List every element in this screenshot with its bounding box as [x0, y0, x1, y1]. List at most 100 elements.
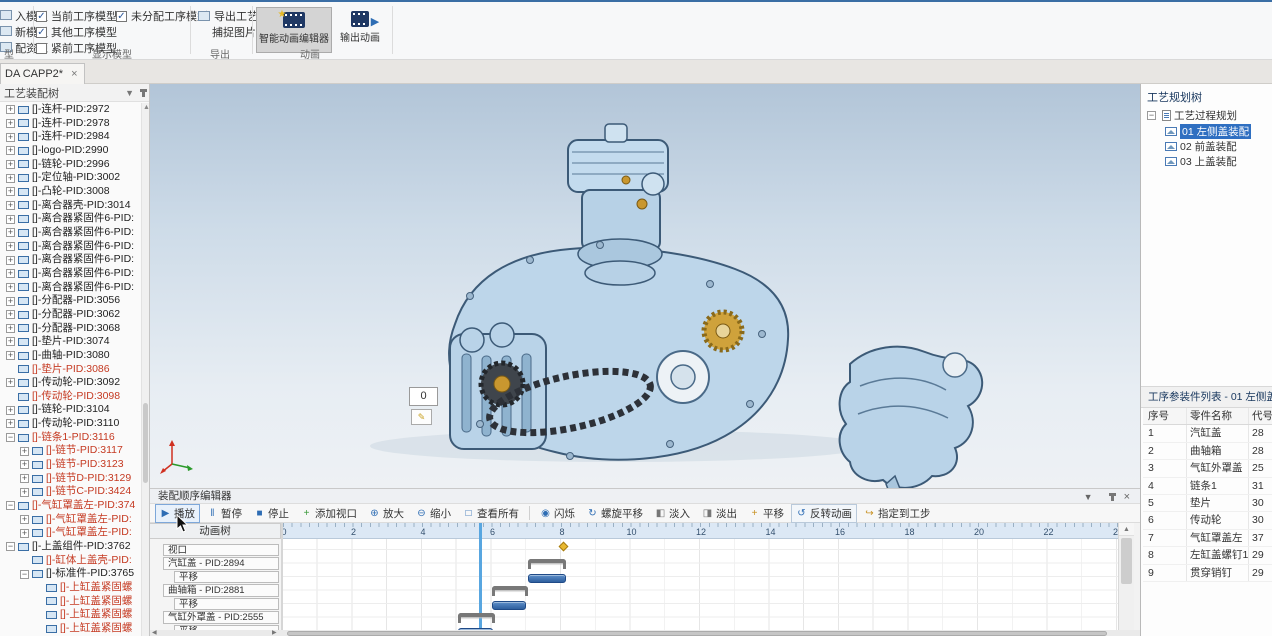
expand-icon[interactable]: +: [6, 256, 15, 265]
expand-icon[interactable]: +: [20, 474, 29, 483]
checkbox-icon[interactable]: ✓: [116, 11, 127, 22]
table-row[interactable]: 8左缸盖螺钉129: [1143, 547, 1272, 564]
column-header[interactable]: 零件名称: [1187, 408, 1249, 424]
expand-icon[interactable]: +: [6, 351, 15, 360]
tree-item[interactable]: []-缸体上盖壳-PID:: [0, 554, 142, 568]
checkbox-current-process-model[interactable]: ✓当前工序模型: [36, 8, 117, 24]
checkbox-unassigned-process-model[interactable]: ✓未分配工序模型: [116, 8, 208, 24]
track-part-row[interactable]: ◢曲轴箱 - PID:2881: [163, 584, 279, 596]
collapse-icon[interactable]: −: [1147, 111, 1156, 120]
toolbar-button-7[interactable]: ◉闪烁: [535, 504, 580, 523]
toolbar-button-12[interactable]: ↺反转动画: [791, 504, 857, 523]
expand-icon[interactable]: +: [6, 310, 15, 319]
tab-close-icon[interactable]: ×: [71, 68, 77, 80]
toolbar-button-8[interactable]: ↻螺旋平移: [582, 504, 648, 523]
tree-item[interactable]: +[]-离合器壳-PID:3014: [0, 199, 142, 213]
tree-item[interactable]: +[]-垫片-PID:3074: [0, 335, 142, 349]
table-row[interactable]: 3气缸外罩盖25: [1143, 460, 1272, 477]
expand-icon[interactable]: +: [20, 515, 29, 524]
gantt-duration-bracket[interactable]: [458, 613, 494, 623]
pin-icon[interactable]: [142, 89, 145, 97]
document-tab[interactable]: DA CAPP2* ×: [0, 63, 85, 84]
export-process-button[interactable]: 导出工艺: [198, 8, 258, 24]
tree-item[interactable]: []-上缸盖紧固螺: [0, 622, 142, 636]
collapse-icon[interactable]: −: [6, 433, 15, 442]
expand-icon[interactable]: +: [6, 419, 15, 428]
editor-title-bar[interactable]: 装配顺序编辑器 ▼ ×: [150, 489, 1140, 504]
scroll-up-icon[interactable]: ▲: [1119, 523, 1134, 536]
planning-root-node[interactable]: − 工艺过程规划: [1147, 108, 1237, 123]
toolbar-button-9[interactable]: ◧淡入: [650, 504, 695, 523]
track-action-row[interactable]: 平移: [174, 571, 279, 583]
expand-icon[interactable]: +: [20, 460, 29, 469]
timeline-horizontal-scrollbar[interactable]: ◀ ▶: [150, 630, 1140, 636]
track-part-row[interactable]: 视口: [163, 544, 279, 556]
output-animation-button[interactable]: ▶ 输出动画: [334, 7, 386, 53]
toolbar-button-5[interactable]: ⊖缩小: [411, 504, 456, 523]
scroll-right-icon[interactable]: ▶: [272, 630, 277, 636]
edit-annotation-button[interactable]: ✎: [411, 409, 432, 425]
timeline-chart[interactable]: 024681012141618202224: [283, 523, 1118, 630]
track-part-row[interactable]: ◢汽缸盖 - PID:2894: [163, 557, 279, 569]
planning-step[interactable]: 03 上盖装配: [1165, 154, 1237, 169]
expand-icon[interactable]: +: [6, 133, 15, 142]
tree-item[interactable]: +[]-曲轴-PID:3080: [0, 349, 142, 363]
timeline-vertical-scrollbar[interactable]: ▲: [1118, 523, 1134, 630]
expand-icon[interactable]: +: [6, 215, 15, 224]
expand-icon[interactable]: +: [6, 269, 15, 278]
tree-item[interactable]: +[]-连杆-PID:2978: [0, 117, 142, 131]
chevron-down-icon[interactable]: ▼: [1084, 490, 1093, 504]
tree-item[interactable]: +[]-链轮-PID:2996: [0, 158, 142, 172]
table-row[interactable]: 4链条131: [1143, 478, 1272, 495]
expand-icon[interactable]: +: [6, 228, 15, 237]
tree-item[interactable]: −[]-链条1-PID:3116: [0, 431, 142, 445]
tree-item[interactable]: []-上缸盖紧固螺: [0, 595, 142, 609]
3d-viewport[interactable]: 0 ✎: [150, 84, 1140, 488]
tree-item[interactable]: −[]-上盖组件-PID:3762: [0, 540, 142, 554]
toolbar-button-3[interactable]: +添加视口: [296, 504, 362, 523]
toolbar-button-2[interactable]: ■停止: [249, 504, 294, 523]
tree-item[interactable]: +[]-分配器-PID:3062: [0, 308, 142, 322]
expand-icon[interactable]: +: [20, 488, 29, 497]
expand-icon[interactable]: +: [6, 378, 15, 387]
expand-icon[interactable]: +: [6, 146, 15, 155]
expand-icon[interactable]: +: [20, 529, 29, 538]
tree-item[interactable]: +[]-链节C-PID:3424: [0, 485, 142, 499]
checkbox-icon[interactable]: ✓: [36, 27, 47, 38]
track-action-row[interactable]: 平移: [174, 598, 279, 610]
expand-icon[interactable]: +: [20, 447, 29, 456]
tree-item[interactable]: []-垫片-PID:3086: [0, 362, 142, 376]
column-header[interactable]: 代号: [1249, 408, 1272, 424]
tree-item[interactable]: +[]-气缸罩盖左-PID:: [0, 513, 142, 527]
tree-item[interactable]: +[]-连杆-PID:2972: [0, 103, 142, 117]
pin-icon[interactable]: [1111, 493, 1114, 501]
capture-image-button[interactable]: 捕捉图片: [212, 24, 256, 40]
timeline-grid[interactable]: [283, 539, 1118, 630]
toolbar-button-6[interactable]: □查看所有: [458, 504, 524, 523]
expand-icon[interactable]: +: [6, 160, 15, 169]
tree-item[interactable]: +[]-离合器紧固件6-PID:: [0, 240, 142, 254]
expand-icon[interactable]: +: [6, 119, 15, 128]
toolbar-button-11[interactable]: +平移: [744, 504, 789, 523]
expand-icon[interactable]: +: [6, 105, 15, 114]
table-row[interactable]: 1汽缸盖28: [1143, 425, 1272, 442]
scroll-left-icon[interactable]: ◀: [152, 630, 157, 636]
gantt-duration-bracket[interactable]: [492, 586, 528, 596]
tree-item[interactable]: +[]-离合器紧固件6-PID:: [0, 212, 142, 226]
collapse-icon[interactable]: −: [20, 570, 29, 579]
scrollbar-thumb[interactable]: [287, 631, 1107, 636]
planning-step[interactable]: 02 前盖装配: [1165, 139, 1237, 154]
column-header[interactable]: 序号: [1143, 408, 1187, 424]
expand-icon[interactable]: +: [6, 337, 15, 346]
expand-icon[interactable]: +: [6, 201, 15, 210]
tree-item[interactable]: +[]-连杆-PID:2984: [0, 130, 142, 144]
table-row[interactable]: 6传动轮30: [1143, 512, 1272, 529]
expand-icon[interactable]: +: [6, 406, 15, 415]
tree-item[interactable]: +[]-传动轮-PID:3110: [0, 417, 142, 431]
expand-icon[interactable]: +: [6, 283, 15, 292]
collapse-icon[interactable]: −: [6, 542, 15, 551]
checkbox-icon[interactable]: ✓: [36, 11, 47, 22]
table-row[interactable]: 9贯穿销钉29: [1143, 565, 1272, 582]
expand-icon[interactable]: +: [6, 297, 15, 306]
scroll-up-icon[interactable]: ▲: [143, 104, 150, 111]
